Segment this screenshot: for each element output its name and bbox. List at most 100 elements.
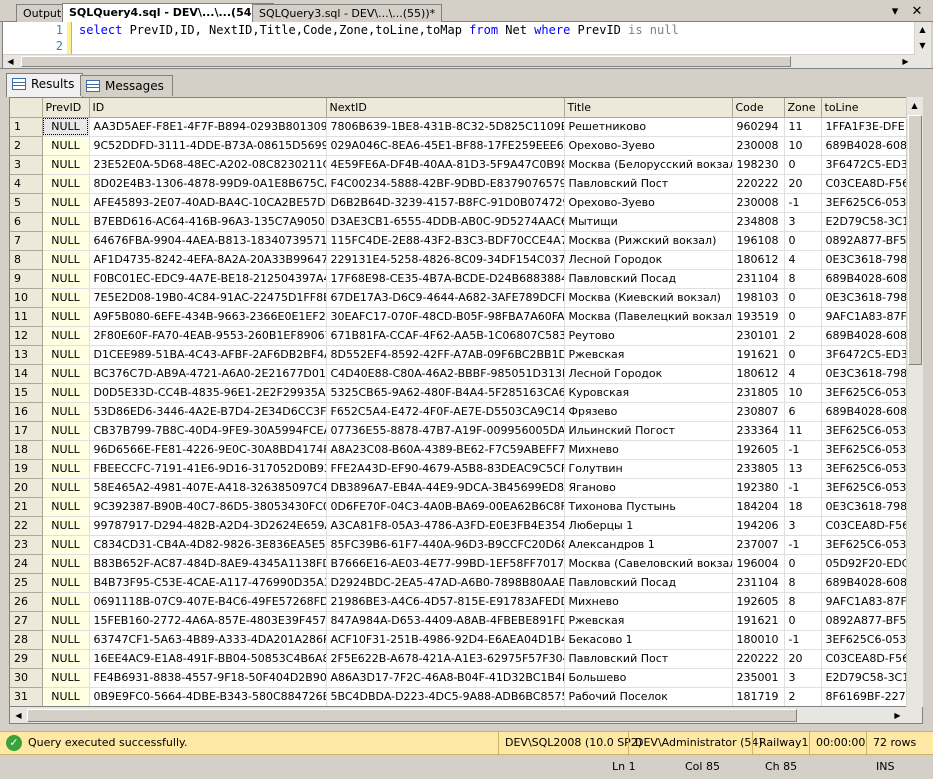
cell-toline[interactable]: 3EF625C6-0530: [821, 478, 911, 498]
cell-code[interactable]: 194206: [732, 516, 785, 536]
cell-zone[interactable]: 2: [784, 687, 822, 706]
row-number[interactable]: 20: [10, 478, 43, 498]
cell-id[interactable]: FBEECCFC-7191-41E6-9D16-317052D0B93A: [89, 459, 327, 479]
cell-zone[interactable]: 10: [784, 383, 822, 403]
cell-zone[interactable]: -1: [784, 440, 822, 460]
cell-nextid[interactable]: 5325CB65-9A62-480F-B4A4-5F285163CA6C: [326, 383, 565, 403]
cell-nextid[interactable]: D3AE3CB1-6555-4DDB-AB0C-9D5274AAC63C: [326, 212, 565, 232]
scroll-up-icon[interactable]: ▲: [907, 98, 922, 113]
scroll-left-icon[interactable]: ◀: [3, 54, 18, 69]
cell-nextid[interactable]: 115FC4DE-2E88-43F2-B3C3-BDF70CCE4A73: [326, 231, 565, 251]
table-row[interactable]: 27 NULL 15FEB160-2772-4A6A-857E-4803E39F45…: [10, 611, 911, 631]
table-row[interactable]: 23 NULL C834CD31-CB4A-4D82-9826-3E836EA5E5…: [10, 535, 911, 555]
cell-nextid[interactable]: 67DE17A3-D6C9-4644-A682-3AFE789DCFB7: [326, 288, 565, 308]
cell-id[interactable]: 58E465A2-4981-407E-A418-326385097C49: [89, 478, 327, 498]
cell-zone[interactable]: 0: [784, 307, 822, 327]
row-number[interactable]: 18: [10, 440, 43, 460]
cell-toline[interactable]: 689B4028-6080: [821, 402, 911, 422]
cell-toline[interactable]: 689B4028-6080: [821, 326, 911, 346]
cell-nextid[interactable]: 17F68E98-CE35-4B7A-BCDE-D24B68838841: [326, 269, 565, 289]
cell-nextid[interactable]: 5BC4DBDA-D223-4DC5-9A88-ADB6BC857519: [326, 687, 565, 706]
cell-id[interactable]: 2F80E60F-FA70-4EAB-9553-260B1EF89067: [89, 326, 327, 346]
cell-toline[interactable]: C03CEA8D-F56: [821, 516, 911, 536]
cell-previd[interactable]: NULL: [42, 307, 90, 327]
cell-id[interactable]: 0B9E9FC0-5664-4DBE-B343-580C884726BB: [89, 687, 327, 706]
table-row[interactable]: 22 NULL 99787917-D294-482B-A2D4-3D2624E659…: [10, 516, 911, 536]
row-number[interactable]: 28: [10, 630, 43, 650]
cell-previd[interactable]: NULL: [42, 687, 90, 706]
column-header-zone[interactable]: Zone: [784, 98, 822, 118]
row-number[interactable]: 4: [10, 174, 43, 194]
table-row[interactable]: 6 NULL B7EBD616-AC64-416B-96A3-135C7A90505…: [10, 212, 911, 232]
cell-toline[interactable]: 3F6472C5-ED3: [821, 345, 911, 365]
cell-id[interactable]: 16EE4AC9-E1A8-491F-BB04-50853C4B6A87: [89, 649, 327, 669]
table-row[interactable]: 12 NULL 2F80E60F-FA70-4EAB-9553-260B1EF890…: [10, 326, 911, 346]
row-number[interactable]: 11: [10, 307, 43, 327]
cell-nextid[interactable]: A86A3D17-7F2C-46A8-B04F-41D32BC1B4E5: [326, 668, 565, 688]
row-number[interactable]: 10: [10, 288, 43, 308]
cell-previd[interactable]: NULL: [42, 554, 90, 574]
row-number[interactable]: 27: [10, 611, 43, 631]
tab-results[interactable]: Results: [6, 73, 84, 97]
cell-nextid[interactable]: 029A046C-8EA6-45E1-BF88-17FE259EEE68: [326, 136, 565, 156]
cell-toline[interactable]: E2D79C58-3C1: [821, 668, 911, 688]
cell-title[interactable]: Реутово: [564, 326, 733, 346]
cell-nextid[interactable]: A3CA81F8-05A3-4786-A3FD-E0E3FB4E354D: [326, 516, 565, 536]
cell-toline[interactable]: 0E3C3618-7985: [821, 288, 911, 308]
pin-dropdown-icon[interactable]: ▾: [887, 4, 903, 20]
cell-nextid[interactable]: 8D552EF4-8592-42FF-A7AB-09F6BC2BB1D6: [326, 345, 565, 365]
column-header-code[interactable]: Code: [732, 98, 785, 118]
cell-id[interactable]: F0BC01EC-EDC9-4A7E-BE18-212504397A42: [89, 269, 327, 289]
cell-previd[interactable]: NULL: [42, 364, 90, 384]
cell-code[interactable]: 231104: [732, 573, 785, 593]
table-row[interactable]: 13 NULL D1CEE989-51BA-4C43-AFBF-2AF6DB2BF4…: [10, 345, 911, 365]
cell-previd[interactable]: NULL: [42, 440, 90, 460]
cell-zone[interactable]: 8: [784, 269, 822, 289]
cell-nextid[interactable]: 07736E55-8878-47B7-A19F-009956005DA8: [326, 421, 565, 441]
cell-nextid[interactable]: DB3896A7-EB4A-44E9-9DCA-3B45699ED85D: [326, 478, 565, 498]
table-row[interactable]: 18 NULL 96D6566E-FE81-4226-9E0C-30A8BD4174…: [10, 440, 911, 460]
cell-previd[interactable]: NULL: [42, 402, 90, 422]
row-number[interactable]: 12: [10, 326, 43, 346]
cell-title[interactable]: Москва (Белорусский вокзал): [564, 155, 733, 175]
row-number[interactable]: 21: [10, 497, 43, 517]
row-number[interactable]: 8: [10, 250, 43, 270]
cell-previd[interactable]: NULL: [42, 383, 90, 403]
cell-nextid[interactable]: 7806B639-1BE8-431B-8C32-5D825C1109B3: [326, 117, 565, 137]
cell-zone[interactable]: 11: [784, 421, 822, 441]
cell-code[interactable]: 230807: [732, 402, 785, 422]
cell-zone[interactable]: 8: [784, 573, 822, 593]
cell-title[interactable]: Александров 1: [564, 535, 733, 555]
cell-toline[interactable]: 1FFA1F3E-DFE: [821, 117, 911, 137]
cell-previd[interactable]: NULL: [42, 668, 90, 688]
cell-zone[interactable]: 6: [784, 402, 822, 422]
cell-toline[interactable]: 3EF625C6-0530: [821, 383, 911, 403]
cell-previd[interactable]: NULL: [42, 174, 90, 194]
cell-previd[interactable]: NULL: [42, 231, 90, 251]
cell-id[interactable]: 96D6566E-FE81-4226-9E0C-30A8BD4174F5: [89, 440, 327, 460]
table-row[interactable]: 10 NULL 7E5E2D08-19B0-4C84-91AC-22475D1FF8…: [10, 288, 911, 308]
cell-title[interactable]: Мытищи: [564, 212, 733, 232]
cell-toline[interactable]: 0E3C3618-7985: [821, 250, 911, 270]
cell-zone[interactable]: 13: [784, 459, 822, 479]
cell-zone[interactable]: 4: [784, 250, 822, 270]
cell-nextid[interactable]: 2F5E622B-A678-421A-A1E3-62975F57F304: [326, 649, 565, 669]
table-row[interactable]: 20 NULL 58E465A2-4981-407E-A418-326385097C…: [10, 478, 911, 498]
cell-id[interactable]: 63747CF1-5A63-4B89-A333-4DA201A286FD: [89, 630, 327, 650]
cell-nextid[interactable]: 85FC39B6-61F7-440A-96D3-B9CCFC20D684: [326, 535, 565, 555]
cell-nextid[interactable]: B7666E16-AE03-4E77-99BD-1EF58FF70171: [326, 554, 565, 574]
cell-previd[interactable]: NULL: [42, 212, 90, 232]
row-number[interactable]: 16: [10, 402, 43, 422]
cell-id[interactable]: B4B73F95-C53E-4CAE-A117-476990D35A3E: [89, 573, 327, 593]
cell-nextid[interactable]: D2924BDC-2EA5-47AD-A6B0-7898B80AAEA1: [326, 573, 565, 593]
cell-title[interactable]: Люберцы 1: [564, 516, 733, 536]
cell-previd[interactable]: NULL: [42, 193, 90, 213]
corner-header[interactable]: [10, 98, 43, 118]
cell-previd[interactable]: NULL: [42, 478, 90, 498]
close-icon[interactable]: ✕: [909, 4, 925, 20]
tab-output[interactable]: Output: [16, 4, 69, 22]
cell-toline[interactable]: 9AFC1A83-87F: [821, 592, 911, 612]
cell-title[interactable]: Голутвин: [564, 459, 733, 479]
scroll-right-icon[interactable]: ▶: [898, 54, 913, 69]
cell-code[interactable]: 180612: [732, 364, 785, 384]
